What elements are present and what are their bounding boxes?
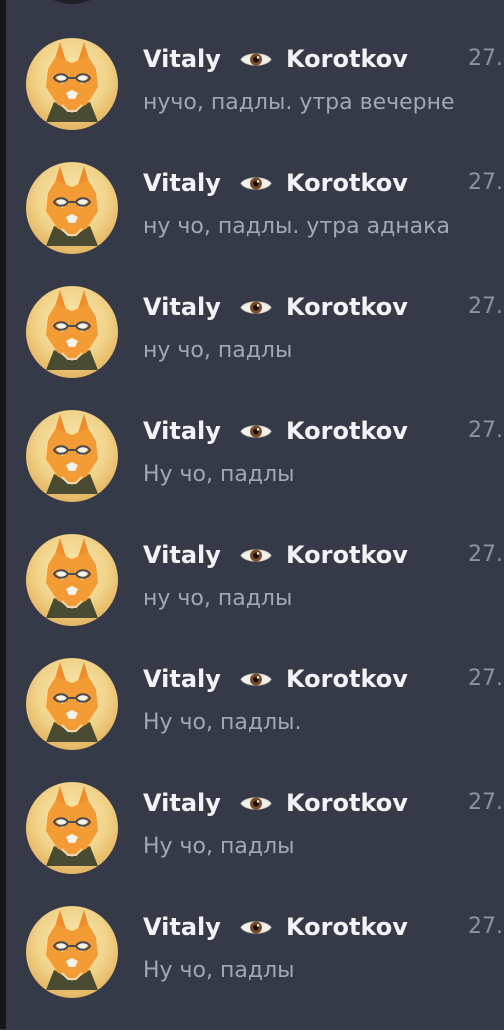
author-surname[interactable]: Korotkov	[286, 913, 408, 941]
author-surname[interactable]: Korotkov	[286, 541, 408, 569]
message-text: ну чо, падлы	[143, 586, 293, 611]
eye-icon	[239, 48, 273, 71]
eye-icon	[239, 668, 273, 691]
avatar[interactable]	[26, 410, 118, 502]
message-item[interactable]: Vitaly Korotkov 27. Ну чо, падлы	[0, 782, 504, 906]
message-item[interactable]: Vitaly Korotkov 27. нучо, падлы. утра ве…	[0, 38, 504, 162]
author-name[interactable]: Vitaly	[143, 45, 221, 73]
avatar[interactable]	[26, 906, 118, 998]
author-name[interactable]: Vitaly	[143, 913, 221, 941]
message-text: Ну чо, падлы	[143, 958, 295, 983]
message-timestamp: 27.	[468, 46, 503, 71]
message-timestamp: 27.	[468, 666, 503, 691]
avatar[interactable]	[26, 534, 118, 626]
message-timestamp: 27.	[468, 790, 503, 815]
avatar[interactable]	[26, 286, 118, 378]
eye-icon	[239, 916, 273, 939]
message-item[interactable]: Vitaly Korotkov 27. ну чо, падлы	[0, 286, 504, 410]
eye-icon	[239, 172, 273, 195]
eye-icon	[239, 544, 273, 567]
message-text: Ну чо, падлы.	[143, 710, 302, 735]
author-name[interactable]: Vitaly	[143, 541, 221, 569]
avatar[interactable]	[26, 38, 118, 130]
author-surname[interactable]: Korotkov	[286, 169, 408, 197]
message-timestamp: 27.	[468, 294, 503, 319]
author-name[interactable]: Vitaly	[143, 417, 221, 445]
message-text: нучо, падлы. утра вечерне	[143, 90, 455, 115]
author-surname[interactable]: Korotkov	[286, 417, 408, 445]
message-timestamp: 27.	[468, 542, 503, 567]
message-item[interactable]: Vitaly Korotkov 27. Ну чо, падлы	[0, 906, 504, 1030]
eye-icon	[239, 792, 273, 815]
message-timestamp: 27.	[468, 914, 503, 939]
avatar[interactable]	[26, 782, 118, 874]
avatar[interactable]	[26, 162, 118, 254]
message-item[interactable]: Vitaly Korotkov 27. Ну чо, падлы	[0, 410, 504, 534]
message-feed: Vitaly Korotkov 27. нучо, падлы. утра ве…	[0, 0, 504, 1029]
message-text: ну чо, падлы	[143, 338, 293, 363]
message-text: Ну чо, падлы	[143, 834, 295, 859]
avatar[interactable]	[26, 658, 118, 750]
author-surname[interactable]: Korotkov	[286, 45, 408, 73]
author-name[interactable]: Vitaly	[143, 789, 221, 817]
author-surname[interactable]: Korotkov	[286, 665, 408, 693]
eye-icon	[239, 420, 273, 443]
author-name[interactable]: Vitaly	[143, 665, 221, 693]
author-surname[interactable]: Korotkov	[286, 789, 408, 817]
author-name[interactable]: Vitaly	[143, 169, 221, 197]
message-text: Ну чо, падлы	[143, 462, 295, 487]
message-item[interactable]: Vitaly Korotkov 27. Ну чо, падлы.	[0, 658, 504, 782]
author-surname[interactable]: Korotkov	[286, 293, 408, 321]
author-name[interactable]: Vitaly	[143, 293, 221, 321]
message-timestamp: 27.	[468, 170, 503, 195]
message-text: ну чо, падлы. утра аднака	[143, 214, 450, 239]
message-timestamp: 27.	[468, 418, 503, 443]
message-item[interactable]: Vitaly Korotkov 27. ну чо, падлы	[0, 534, 504, 658]
eye-icon	[239, 296, 273, 319]
message-item[interactable]: Vitaly Korotkov 27. ну чо, падлы. утра а…	[0, 162, 504, 286]
